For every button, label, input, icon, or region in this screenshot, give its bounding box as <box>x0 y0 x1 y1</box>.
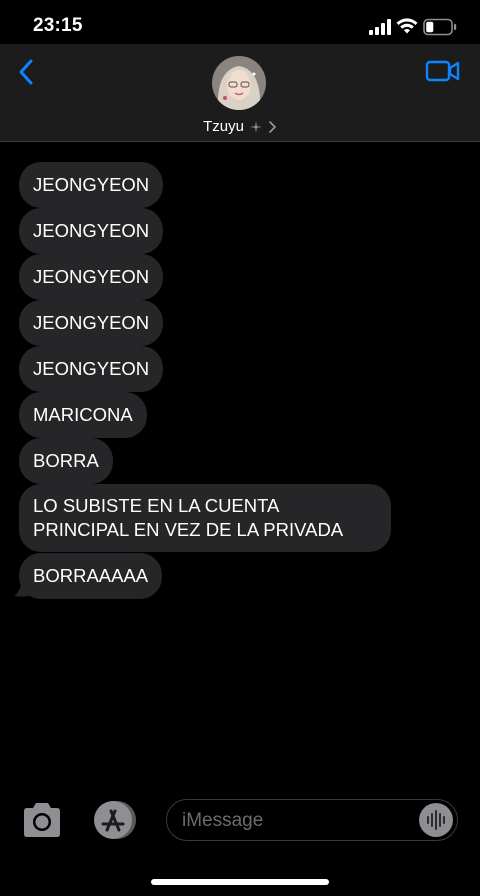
message-bubble[interactable]: JEONGYEON <box>19 300 164 346</box>
message-bubble[interactable]: BORRA <box>19 438 113 484</box>
message-bubble[interactable]: BORRAAAAA <box>19 553 163 599</box>
audio-message-button[interactable] <box>419 803 453 837</box>
contact-name: Tzuyu <box>203 118 244 135</box>
message-bubble[interactable]: MARICONA <box>19 392 147 438</box>
cellular-signal-icon <box>369 19 391 35</box>
chevron-left-icon[interactable] <box>14 56 42 88</box>
camera-icon[interactable] <box>20 802 64 838</box>
message-input-placeholder: iMessage <box>182 810 264 831</box>
wifi-icon <box>396 18 418 34</box>
message-bubble[interactable]: JEONGYEON <box>19 254 164 300</box>
message-bubble[interactable]: LO SUBISTE EN LA CUENTA PRINCIPAL EN VEZ… <box>19 484 391 552</box>
battery-level <box>426 21 434 33</box>
home-indicator[interactable] <box>151 879 329 885</box>
message-bubble[interactable]: JEONGYEON <box>19 346 164 392</box>
avatar[interactable] <box>212 56 266 110</box>
app-store-icon[interactable] <box>90 800 138 840</box>
message-bubble[interactable]: JEONGYEON <box>19 162 164 208</box>
chevron-right-icon <box>269 120 277 133</box>
contact-name-button[interactable]: Tzuyu <box>0 118 480 135</box>
battery-icon <box>423 18 457 36</box>
sparkle-icon <box>249 120 262 133</box>
waveform-icon <box>427 810 445 830</box>
message-input[interactable]: iMessage <box>166 799 458 841</box>
avatar-image <box>212 56 266 110</box>
conversation-header: Tzuyu <box>0 44 480 142</box>
message-bubble[interactable]: JEONGYEON <box>19 208 164 254</box>
video-camera-icon[interactable] <box>425 58 461 84</box>
status-time: 23:15 <box>33 15 83 36</box>
